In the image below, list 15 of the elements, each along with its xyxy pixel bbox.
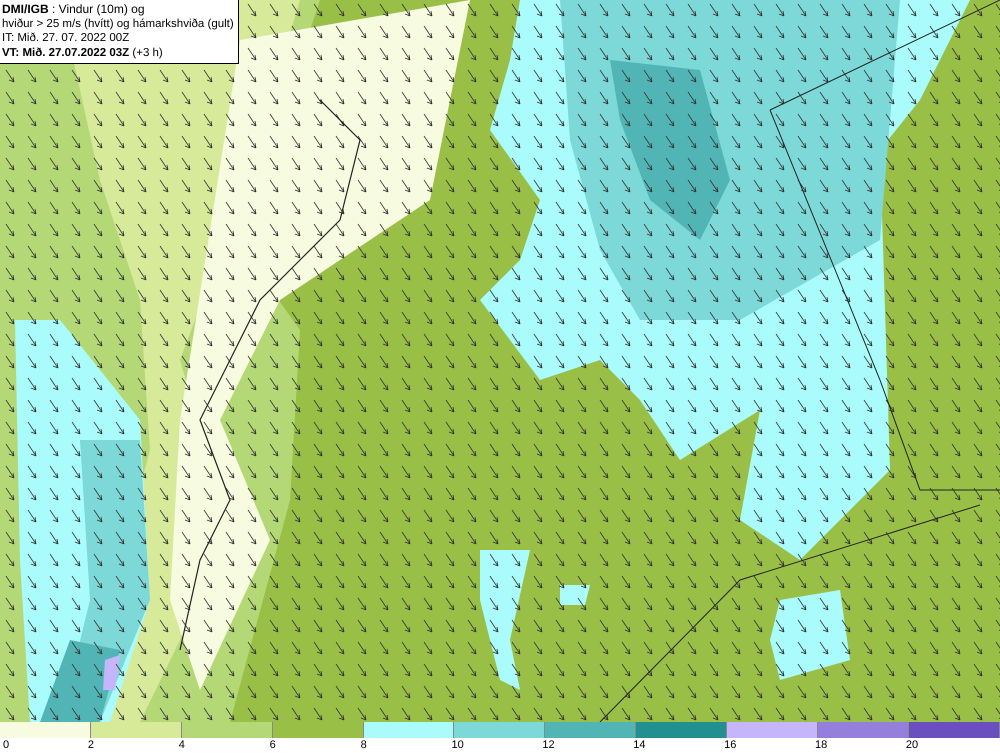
legend-tick-label: 12 xyxy=(542,739,555,751)
legend-tick-label: 6 xyxy=(270,739,276,751)
map-title-line: VT: Mið. 27.07.2022 03Z (+3 h) xyxy=(2,46,164,60)
legend-tick-label: 8 xyxy=(360,739,367,751)
legend-tick-label: 10 xyxy=(451,739,464,751)
map-title-line: IT: Mið. 27. 07. 2022 00Z xyxy=(2,31,130,46)
legend-tick-label: 14 xyxy=(633,739,646,751)
legend-tick-label: 16 xyxy=(724,739,736,751)
legend-tick-label: 4 xyxy=(178,739,185,751)
legend-tick-label: 2 xyxy=(88,739,94,751)
legend-tick-label: 20 xyxy=(906,739,918,751)
map-title-line: hviður > 25 m/s (hvítt) og hámarkshviða (gult) xyxy=(2,16,234,31)
legend-tick-label: 18 xyxy=(815,739,828,751)
map-title-line: DMI/IGB : Vindur (10m) og xyxy=(2,2,146,16)
legend-tick-label: 0 xyxy=(3,739,10,751)
